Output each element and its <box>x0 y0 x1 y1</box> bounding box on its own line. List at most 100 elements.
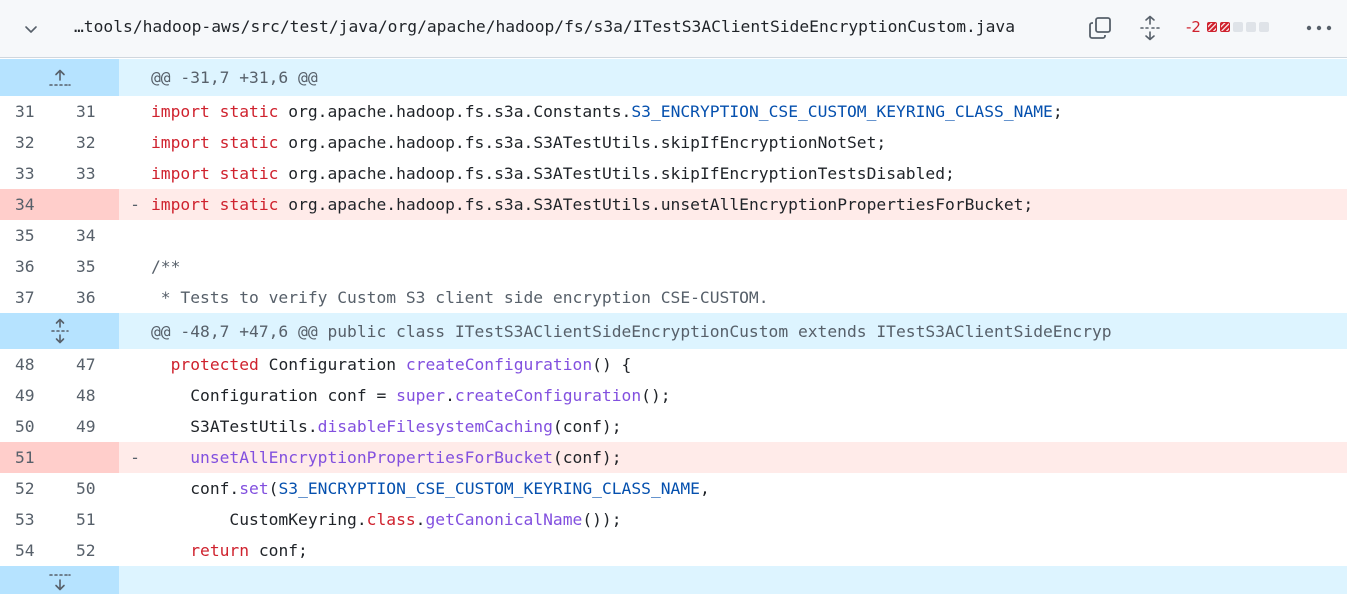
unfold-icon <box>1140 15 1160 41</box>
diff-line: 48 47 protected Configuration createConf… <box>0 349 1347 380</box>
code-text: org.apache.hadoop.fs.s3a.Constants. <box>278 102 632 121</box>
line-numbers: 50 49 <box>0 411 119 442</box>
code-text: S3ATestUtils. <box>151 417 318 436</box>
code-line: CustomKeyring.class.getCanonicalName()); <box>151 510 1347 529</box>
new-line-number[interactable]: 33 <box>58 164 119 183</box>
line-numbers: 49 48 <box>0 380 119 411</box>
new-line-number[interactable]: 35 <box>58 257 119 276</box>
old-line-number[interactable]: 53 <box>0 510 58 529</box>
keyword: protected <box>170 355 259 374</box>
diff-line: 35 34 <box>0 220 1347 251</box>
line-numbers: 34 <box>0 189 119 220</box>
line-numbers: 52 50 <box>0 473 119 504</box>
old-line-number[interactable]: 35 <box>0 226 58 245</box>
new-line-number[interactable]: 50 <box>58 479 119 498</box>
expand-all-button[interactable] <box>1134 12 1166 44</box>
new-line-number[interactable]: 49 <box>58 417 119 436</box>
constant: S3_ENCRYPTION_CSE_CUSTOM_KEYRING_CLASS_N… <box>278 479 700 498</box>
new-line-number[interactable]: 52 <box>58 541 119 560</box>
old-line-number[interactable]: 52 <box>0 479 58 498</box>
diff-line: 33 33 import static org.apache.hadoop.fs… <box>0 158 1347 189</box>
code-text: (conf); <box>552 417 622 436</box>
diffstat-box-deleted <box>1219 22 1230 32</box>
code-text: org.apache.hadoop.fs.s3a.S3ATestUtils.un… <box>278 195 1034 214</box>
code-line: S3ATestUtils.disableFilesystemCaching(co… <box>151 417 1347 436</box>
copy-path-button[interactable] <box>1084 12 1116 44</box>
code-text: () { <box>592 355 632 374</box>
diff-line: 49 48 Configuration conf = super.createC… <box>0 380 1347 411</box>
keyword: return <box>190 541 250 560</box>
unfold-icon <box>50 318 69 344</box>
code-line: import static org.apache.hadoop.fs.s3a.S… <box>151 133 1347 152</box>
diffstat: -2 <box>1186 18 1272 36</box>
keyword: import <box>151 164 210 183</box>
new-line-number[interactable]: 51 <box>58 510 119 529</box>
code-text: ()); <box>582 510 622 529</box>
code-text: ( <box>268 479 279 498</box>
diffstat-count: -2 <box>1186 18 1201 36</box>
more-options-button[interactable] <box>1302 12 1336 44</box>
fold-down-icon <box>48 574 71 591</box>
copy-icon <box>1089 17 1111 39</box>
keyword: static <box>219 133 279 152</box>
new-line-number[interactable]: 47 <box>58 355 119 374</box>
new-line-number[interactable]: 36 <box>58 288 119 307</box>
new-line-number[interactable]: 34 <box>58 226 119 245</box>
line-numbers: 48 47 <box>0 349 119 380</box>
diff-line: 53 51 CustomKeyring.class.getCanonicalNa… <box>0 504 1347 535</box>
code-text: Configuration <box>258 355 406 374</box>
old-line-number[interactable]: 32 <box>0 133 58 152</box>
code-line: conf.set(S3_ENCRYPTION_CSE_CUSTOM_KEYRIN… <box>151 479 1347 498</box>
code-line: import static org.apache.hadoop.fs.s3a.S… <box>151 195 1347 214</box>
keyword: import <box>151 133 210 152</box>
keyword: static <box>219 195 279 214</box>
keyword: static <box>219 102 279 121</box>
old-line-number[interactable]: 54 <box>0 541 58 560</box>
old-line-number[interactable]: 51 <box>0 448 58 467</box>
diffstat-box-neutral <box>1232 22 1243 32</box>
keyword: static <box>219 164 279 183</box>
line-numbers: 35 34 <box>0 220 119 251</box>
file-path-link[interactable]: …tools/hadoop-aws/src/test/java/org/apac… <box>74 17 1015 36</box>
old-line-number[interactable]: 37 <box>0 288 58 307</box>
diff-line: 36 35 /** <box>0 251 1347 282</box>
code-line: Configuration conf = super.createConfigu… <box>151 386 1347 405</box>
expand-up-button[interactable] <box>0 59 119 96</box>
code-text: Configuration conf = <box>151 386 397 405</box>
new-line-number[interactable]: 31 <box>58 102 119 121</box>
collapse-file-button[interactable] <box>8 9 54 49</box>
old-line-number[interactable]: 50 <box>0 417 58 436</box>
file-header: …tools/hadoop-aws/src/test/java/org/apac… <box>0 0 1347 58</box>
kebab-horizontal-icon <box>1306 25 1332 31</box>
function-name: unsetAllEncryptionPropertiesForBucket <box>190 448 553 467</box>
function-name: createConfiguration <box>405 355 593 374</box>
expand-down-button[interactable] <box>0 566 119 594</box>
old-line-number[interactable]: 33 <box>0 164 58 183</box>
code-text: CustomKeyring. <box>151 510 367 529</box>
new-line-number[interactable]: 48 <box>58 386 119 405</box>
old-line-number[interactable]: 48 <box>0 355 58 374</box>
code-text: (); <box>641 386 671 405</box>
expand-both-button[interactable] <box>0 313 119 349</box>
code-line: unsetAllEncryptionPropertiesForBucket(co… <box>151 448 1347 467</box>
hunk-header-text: @@ -48,7 +47,6 @@ public class ITestS3AC… <box>151 321 1112 341</box>
diffstat-box-neutral <box>1258 22 1269 32</box>
diff-line-deleted: 34 - import static org.apache.hadoop.fs.… <box>0 189 1347 220</box>
diff-line: 32 32 import static org.apache.hadoop.fs… <box>0 127 1347 158</box>
code-text: (conf); <box>552 448 622 467</box>
diff-line: 52 50 conf.set(S3_ENCRYPTION_CSE_CUSTOM_… <box>0 473 1347 504</box>
old-line-number[interactable]: 36 <box>0 257 58 276</box>
diff-table: @@ -31,7 +31,6 @@ 31 31 import static or… <box>0 59 1347 594</box>
code-text: org.apache.hadoop.fs.s3a.S3ATestUtils.sk… <box>278 164 955 183</box>
new-line-number[interactable]: 32 <box>58 133 119 152</box>
diff-marker: - <box>130 448 140 467</box>
hunk-header: @@ -48,7 +47,6 @@ public class ITestS3AC… <box>0 313 1347 349</box>
old-line-number[interactable]: 31 <box>0 102 58 121</box>
old-line-number[interactable]: 34 <box>0 195 58 214</box>
function-name: getCanonicalName <box>425 510 583 529</box>
old-line-number[interactable]: 49 <box>0 386 58 405</box>
code-line: import static org.apache.hadoop.fs.s3a.S… <box>151 164 1347 183</box>
line-numbers: 31 31 <box>0 96 119 127</box>
chevron-down-icon <box>25 26 37 33</box>
line-numbers: 32 32 <box>0 127 119 158</box>
